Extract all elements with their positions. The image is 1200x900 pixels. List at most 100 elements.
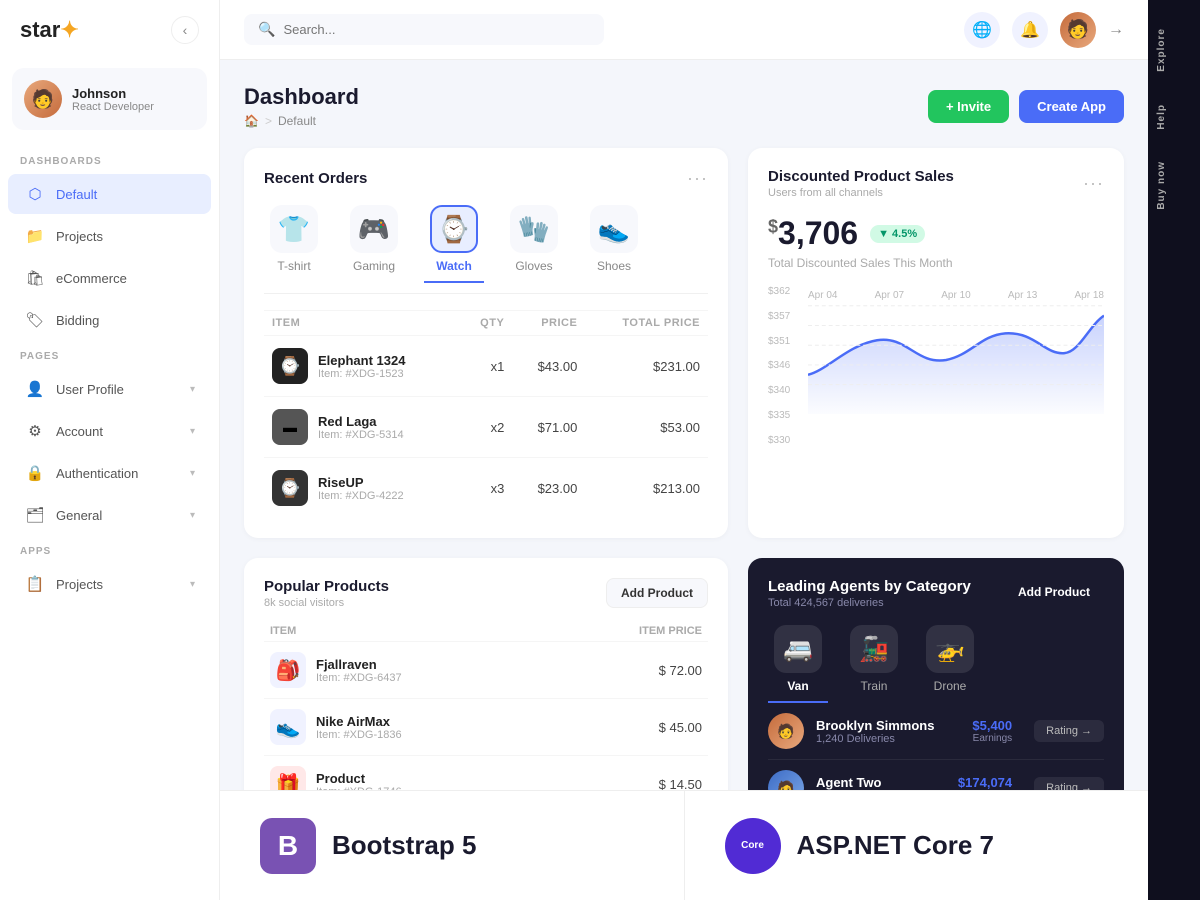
y-label: $335 xyxy=(768,410,790,421)
add-product-button[interactable]: Add Product xyxy=(606,578,708,608)
sidebar-item-label: eCommerce xyxy=(56,271,195,286)
discounted-sales-header: Discounted Product Sales Users from all … xyxy=(768,168,1104,199)
sidebar-item-general[interactable]: 🗂 General ▾ xyxy=(8,495,211,535)
tab-drone[interactable]: 🚁 Drone xyxy=(920,625,980,703)
sidebar-item-label: Bidding xyxy=(56,313,195,328)
item-id: Item: #XDG-1523 xyxy=(318,368,405,380)
add-product-button-dark[interactable]: Add Product xyxy=(1004,578,1104,606)
home-icon: 🏠 xyxy=(244,114,259,128)
card-menu-icon[interactable]: ··· xyxy=(1083,173,1104,194)
col-price: PRICE xyxy=(512,311,585,336)
van-tab-icon: 🚐 xyxy=(774,625,822,673)
tab-watch[interactable]: ⌚ Watch xyxy=(424,205,484,283)
card-menu-icon[interactable]: ··· xyxy=(687,168,708,189)
tab-train[interactable]: 🚂 Train xyxy=(844,625,904,703)
sidebar-toggle-button[interactable]: ‹ xyxy=(171,16,199,44)
topbar-bell-icon[interactable]: 🔔 xyxy=(1012,12,1048,48)
help-button[interactable]: Help xyxy=(1156,92,1192,142)
topbar-arrow-icon[interactable]: → xyxy=(1108,21,1124,39)
gloves-tab-icon: 🧤 xyxy=(510,205,558,253)
breadcrumb-current: Default xyxy=(278,114,316,128)
sidebar-item-ecommerce[interactable]: 🛍 eCommerce xyxy=(8,258,211,298)
list-item: 🎒 Fjallraven Item: #XDG-6437 $ 72.00 xyxy=(264,642,708,699)
rating-button[interactable]: Rating → xyxy=(1034,720,1104,742)
sidebar-item-authentication[interactable]: 🔒 Authentication ▾ xyxy=(8,453,211,493)
product-price: $ 72.00 xyxy=(556,642,708,699)
train-tab-icon: 🚂 xyxy=(850,625,898,673)
tab-shoes[interactable]: 👟 Shoes xyxy=(584,205,644,283)
train-label: Train xyxy=(861,679,888,693)
y-label: $346 xyxy=(768,360,790,371)
bidding-icon: 🏷 xyxy=(24,309,46,331)
bootstrap-icon: B xyxy=(260,818,316,874)
tab-tshirt[interactable]: 👕 T-shirt xyxy=(264,205,324,283)
auth-icon: 🔒 xyxy=(24,462,46,484)
search-icon: 🔍 xyxy=(258,21,275,38)
shoes-tab-icon: 👟 xyxy=(590,205,638,253)
list-item: 👟 Nike AirMax Item: #XDG-1836 $ 45.00 xyxy=(264,699,708,756)
page-title: Dashboard xyxy=(244,84,359,110)
total-cell: $231.00 xyxy=(585,336,708,397)
sidebar-item-account[interactable]: ⚙ Account ▾ xyxy=(8,411,211,451)
search-input[interactable] xyxy=(283,22,590,37)
agent-earnings: $174,074 xyxy=(958,775,1012,790)
breadcrumb-sep: > xyxy=(265,114,272,128)
agent-name: Agent Two xyxy=(816,775,895,790)
chart-svg xyxy=(808,286,1104,414)
user-profile-icon: 👤 xyxy=(24,378,46,400)
sidebar-item-label: Default xyxy=(56,187,195,202)
product-tabs: 👕 T-shirt 🎮 Gaming ⌚ Watch 🧤 Gloves xyxy=(264,205,708,294)
qty-cell: x1 xyxy=(460,336,513,397)
topbar: 🔍 🌐 🔔 🧑 → xyxy=(220,0,1148,60)
gloves-label: Gloves xyxy=(515,259,552,273)
agents-title: Leading Agents by Category xyxy=(768,578,971,595)
drone-label: Drone xyxy=(934,679,967,693)
bootstrap-label: Bootstrap 5 xyxy=(332,830,476,861)
sales-amount-row: $3,706 ▼ 4.5% xyxy=(768,215,1104,252)
watch-tab-icon: ⌚ xyxy=(430,205,478,253)
col-item: ITEM xyxy=(264,621,556,642)
avatar: 🧑 xyxy=(24,80,62,118)
sidebar-item-user-profile[interactable]: 👤 User Profile ▾ xyxy=(8,369,211,409)
recent-orders-card: Recent Orders ··· 👕 T-shirt 🎮 Gaming ⌚ xyxy=(244,148,728,538)
discounted-sales-title: Discounted Product Sales xyxy=(768,168,954,185)
create-app-button[interactable]: Create App xyxy=(1019,90,1124,123)
search-bar[interactable]: 🔍 xyxy=(244,14,604,45)
price-cell: $71.00 xyxy=(512,397,585,458)
tab-gloves[interactable]: 🧤 Gloves xyxy=(504,205,564,283)
user-card[interactable]: 🧑 Johnson React Developer xyxy=(12,68,207,130)
qty-cell: x3 xyxy=(460,458,513,519)
agent-earnings: $5,400 xyxy=(972,718,1012,733)
discounted-sales-card: Discounted Product Sales Users from all … xyxy=(748,148,1124,538)
breadcrumb: 🏠 > Default xyxy=(244,114,359,128)
item-name: Elephant 1324 xyxy=(318,353,405,368)
header-actions: + Invite Create App xyxy=(928,90,1124,123)
product-name: Product xyxy=(316,771,402,786)
sidebar-item-default[interactable]: ⬡ Default xyxy=(8,174,211,214)
topbar-avatar[interactable]: 🧑 xyxy=(1060,12,1096,48)
explore-button[interactable]: Explore xyxy=(1156,16,1192,84)
popular-products-title: Popular Products xyxy=(264,578,389,595)
tab-gaming[interactable]: 🎮 Gaming xyxy=(344,205,404,283)
topbar-globe-icon[interactable]: 🌐 xyxy=(964,12,1000,48)
chart-y-labels: $362 $357 $351 $346 $340 $335 $330 xyxy=(768,286,790,446)
sidebar-item-label: Account xyxy=(56,424,180,439)
popular-products-subtitle: 8k social visitors xyxy=(264,597,389,609)
content-area: Dashboard 🏠 > Default + Invite Create Ap… xyxy=(220,60,1148,900)
sidebar-item-bidding[interactable]: 🏷 Bidding xyxy=(8,300,211,340)
recent-orders-title: Recent Orders xyxy=(264,170,367,187)
user-role: React Developer xyxy=(72,101,154,113)
topbar-right: 🌐 🔔 🧑 → xyxy=(964,12,1124,48)
popular-products-header: Popular Products 8k social visitors Add … xyxy=(264,578,708,609)
sidebar-item-projects[interactable]: 📁 Projects xyxy=(8,216,211,256)
invite-button[interactable]: + Invite xyxy=(928,90,1009,123)
chevron-down-icon: ▾ xyxy=(190,510,195,521)
sidebar-item-projects-app[interactable]: 📋 Projects ▾ xyxy=(8,564,211,604)
user-name: Johnson xyxy=(72,86,154,101)
product-id: Item: #XDG-6437 xyxy=(316,672,402,684)
price-cell: $23.00 xyxy=(512,458,585,519)
tab-van[interactable]: 🚐 Van xyxy=(768,625,828,703)
promo-overlay: B Bootstrap 5 Core ASP.NET Core 7 xyxy=(220,790,1148,900)
buy-now-button[interactable]: Buy now xyxy=(1156,149,1192,222)
chevron-down-icon: ▾ xyxy=(190,426,195,437)
